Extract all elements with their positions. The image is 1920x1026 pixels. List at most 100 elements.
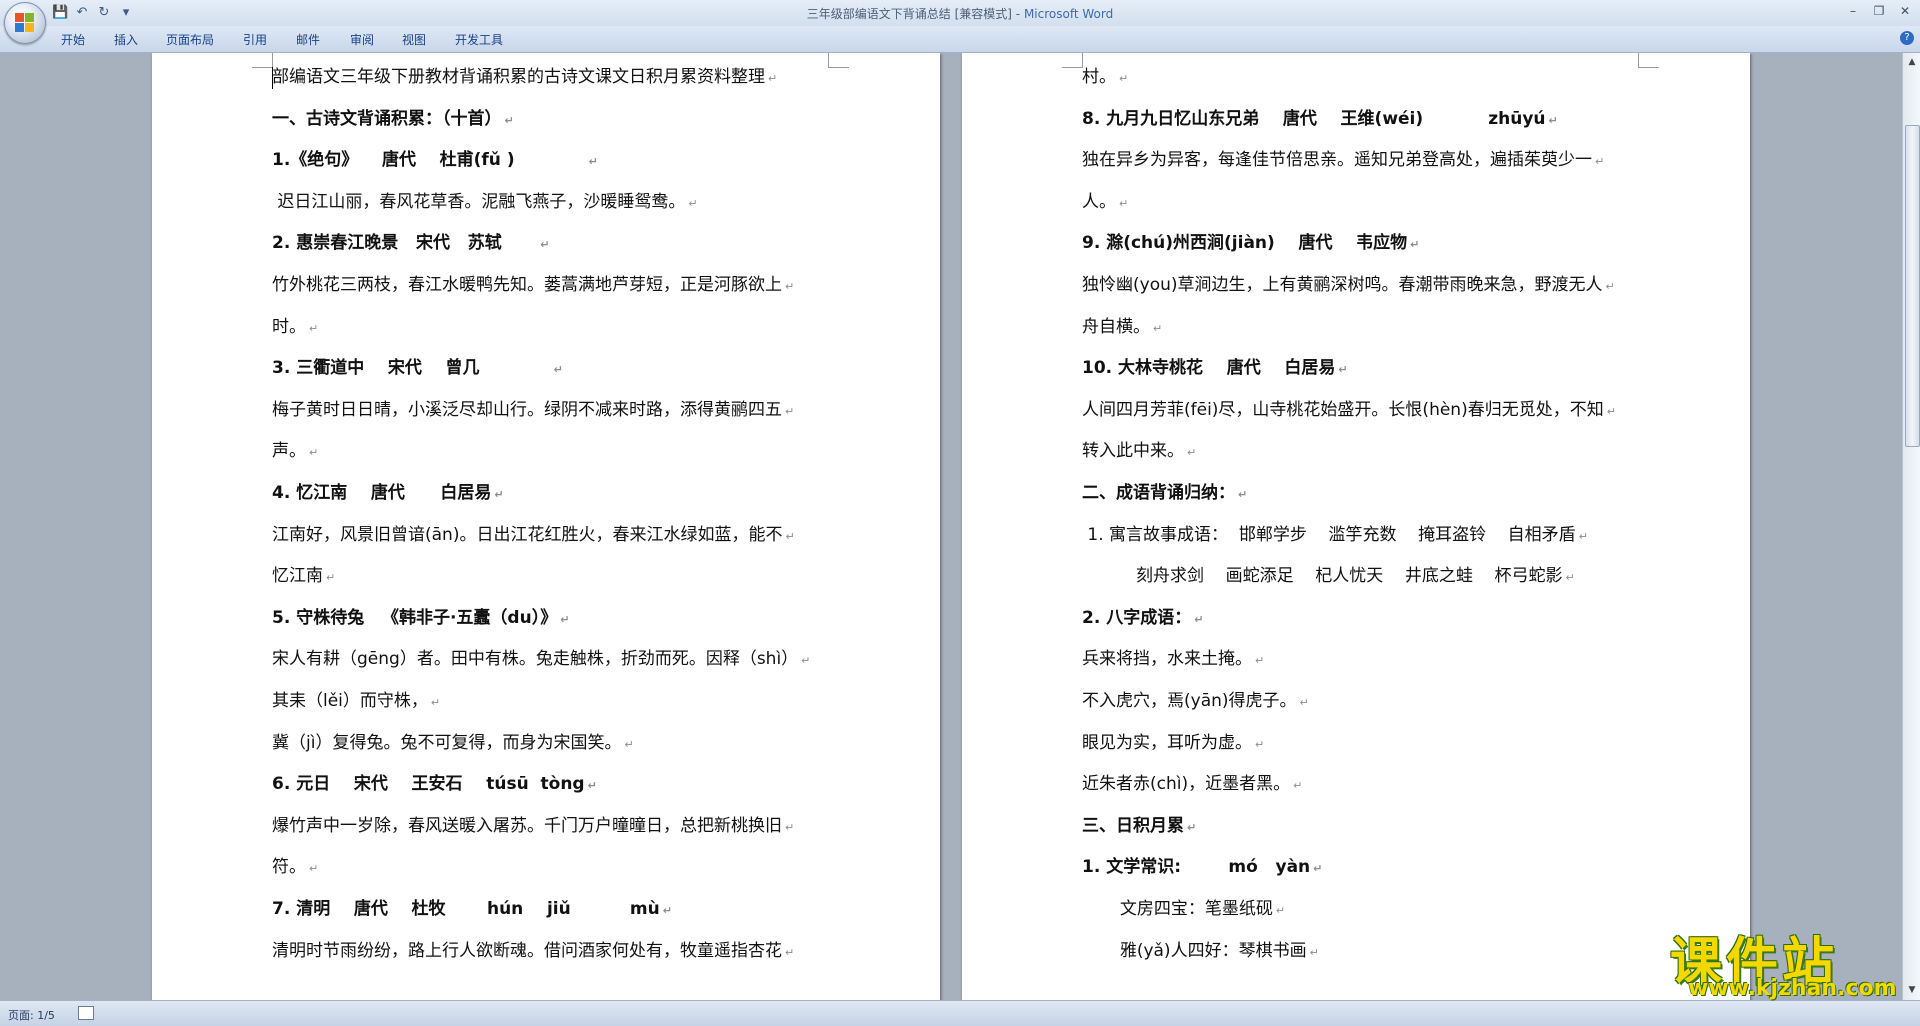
document-line[interactable]: 5. 守株待兔 《韩非子·五蠹（du）》 ↵ [272,606,569,632]
line-text: 文房四宝：笔墨纸砚 [1082,899,1273,919]
document-line[interactable]: 不入虎穴，焉(yān)得虎子。 ↵ [1082,689,1309,715]
document-line[interactable]: 1. 文学常识: mó yàn ↵ [1082,855,1322,881]
document-line[interactable]: 2. 惠崇春江晚景 宋代 苏轼 ↵ [272,231,549,257]
line-text: 10. 大林寺桃花 唐代 白居易 [1082,358,1336,379]
scroll-up-icon[interactable]: ▲ [1905,55,1919,69]
document-line[interactable]: 6. 元日 宋代 王安石 túsū tòng ↵ [272,772,597,798]
document-line[interactable]: 眼见为实，耳听为虚。 ↵ [1082,731,1264,757]
document-line[interactable]: 近朱者赤(chì)，近墨者黑。 ↵ [1082,772,1302,798]
document-line[interactable]: 转入此中来。 ↵ [1082,439,1196,465]
document-line[interactable]: 爆竹声中一岁除，春风送暖入屠苏。千门万户曈曈日，总把新桃换旧 ↵ [272,814,794,840]
line-text: 竹外桃花三两枝，春江水暖鸭先知。蒌蒿满地芦芽短，正是河豚欲上 [272,275,782,295]
document-line[interactable]: 人。 ↵ [1082,190,1128,216]
scroll-down-icon[interactable]: ▼ [1905,983,1919,997]
line-text: 村。 [1082,67,1116,87]
line-text: 刻舟求剑 画蛇添足 杞人忧天 井底之蛙 杯弓蛇影 [1082,566,1563,587]
page-right[interactable]: 村。 ↵ 8. 九月九日忆山东兄弟 唐代 王维(wéi) zhūyú ↵ 独在异乡为异客… [962,53,1750,1000]
line-text: 人间四月芳菲(fēi)尽，山寺桃花始盛开。长恨(hèn)春归无觅处，不知 [1082,399,1604,420]
window-title: 三年级部编语文下背诵总结 [兼容模式] - Microsoft Word [0,5,1920,22]
document-line[interactable]: 二、成语背诵归纳： ↵ [1082,481,1247,507]
paragraph-mark-icon: ↵ [1548,113,1558,127]
page-left[interactable]: 部编语文三年级下册教材背诵积累的古诗文课文日积月累资料整理 ↵ 一、古诗文背诵积累：… [152,53,940,1000]
paragraph-mark-icon: ↵ [1187,446,1197,460]
paragraph-mark-icon: ↵ [1578,529,1588,543]
line-text: 一、古诗文背诵积累：（十首） [272,108,502,129]
document-line[interactable]: 声。 ↵ [272,439,318,465]
document-area[interactable]: 部编语文三年级下册教材背诵积累的古诗文课文日积月累资料整理 ↵ 一、古诗文背诵积累：… [0,53,1902,1000]
window-controls: – ❐ ✕ [1842,2,1916,20]
restore-button[interactable]: ❐ [1868,2,1890,20]
document-line[interactable]: 冀（jì）复得兔。兔不可复得，而身为宋国笑。 ↵ [272,731,634,757]
document-line[interactable]: 9. 滁(chú)州西涧(jiàn) 唐代 韦应物 ↵ [1082,231,1419,257]
crop-mark-icon [828,53,849,68]
document-line[interactable]: 雅(yǎ)人四好：琴棋书画 ↵ [1082,939,1319,965]
vertical-scrollbar[interactable]: ▲ ▼ [1902,53,1920,1000]
line-text: 近朱者赤(chì)，近墨者黑。 [1082,774,1291,795]
document-line[interactable]: 村。 ↵ [1082,65,1128,91]
document-line[interactable]: 时。 ↵ [272,315,318,341]
document-line[interactable]: 符。 ↵ [272,855,318,881]
paragraph-mark-icon: ↵ [1119,196,1129,210]
title-separator: - [1011,7,1024,21]
document-line[interactable]: 忆江南 ↵ [272,564,335,590]
document-line[interactable]: 清明时节雨纷纷，路上行人欲断魂。借问酒家何处有，牧童遥指杏花 ↵ [272,939,794,965]
document-line[interactable]: 一、古诗文背诵积累：（十首） ↵ [272,107,514,133]
document-line[interactable]: 独在异乡为异客，每逢佳节倍思亲。遥知兄弟登高处，遍插茱萸少一 ↵ [1082,148,1604,174]
document-line[interactable]: 刻舟求剑 画蛇添足 杞人忧天 井底之蛙 杯弓蛇影 ↵ [1082,564,1575,590]
document-line[interactable]: 竹外桃花三两枝，春江水暖鸭先知。蒌蒿满地芦芽短，正是河豚欲上 ↵ [272,273,794,299]
help-icon[interactable]: ? [1900,31,1914,45]
document-line[interactable]: 其耒（lěi）而守株， ↵ [272,689,440,715]
document-line[interactable]: 兵来将挡，水来土掩。 ↵ [1082,647,1264,673]
paragraph-mark-icon: ↵ [1194,612,1204,626]
document-line[interactable]: 8. 九月九日忆山东兄弟 唐代 王维(wéi) zhūyú ↵ [1082,107,1558,133]
paragraph-mark-icon: ↵ [309,446,319,460]
document-line[interactable]: 独怜幽(you)草涧边生，上有黄鹂深树鸣。春潮带雨晚来急，野渡无人 ↵ [1082,273,1615,299]
document-line[interactable]: 2. 八字成语： ↵ [1082,606,1203,632]
paragraph-mark-icon: ↵ [309,321,319,335]
close-button[interactable]: ✕ [1894,2,1916,20]
document-line[interactable]: 3. 三衢道中 宋代 曾几 ↵ [272,356,563,382]
line-text: 符。 [272,857,306,878]
document-line[interactable]: 三、日积月累 ↵ [1082,814,1196,840]
tab-review[interactable]: 审阅 [350,31,374,48]
line-text: 迟日江山丽，春风花草香。泥融飞燕子，沙暖睡鸳鸯。 [272,191,686,212]
document-line[interactable]: 1. 寓言故事成语： 邯郸学步 滥竽充数 掩耳盗铃 自相矛盾 ↵ [1082,523,1588,549]
proofing-icon[interactable] [78,1006,94,1020]
tab-developer[interactable]: 开发工具 [455,31,503,48]
document-line[interactable]: 4. 忆江南 唐代 白居易 ↵ [272,481,504,507]
page-indicator[interactable]: 页面: 1/5 [8,1007,55,1023]
line-text: 眼见为实，耳听为虚。 [1082,732,1252,753]
paragraph-mark-icon: ↵ [1595,155,1605,169]
document-line[interactable]: 舟自横。 ↵ [1082,315,1162,341]
tab-mailings[interactable]: 邮件 [296,31,320,48]
document-line[interactable]: 迟日江山丽，春风花草香。泥融飞燕子，沙暖睡鸳鸯。 ↵ [272,190,698,216]
tab-home[interactable]: 开始 [61,31,85,48]
line-text: 时。 [272,316,306,337]
line-text: 2. 惠崇春江晚景 宋代 苏轼 [272,233,538,254]
office-button[interactable] [4,2,46,44]
title-bar: 💾 ↶ ↻ ▾ 三年级部编语文下背诵总结 [兼容模式] - Microsoft … [0,0,1920,44]
document-line[interactable]: 10. 大林寺桃花 唐代 白居易 ↵ [1082,356,1348,382]
tab-insert[interactable]: 插入 [114,31,138,48]
document-line[interactable]: 7. 清明 唐代 杜牧 hún jiǔ mù ↵ [272,897,672,923]
minimize-button[interactable]: – [1842,2,1864,20]
line-text: 转入此中来。 [1082,441,1184,462]
paragraph-mark-icon: ↵ [688,196,698,210]
paragraph-mark-icon: ↵ [1187,820,1197,834]
document-line[interactable]: 宋人有耕（gēng）者。田中有株。兔走触株，折劲而死。因释（shì） ↵ [272,647,810,673]
paragraph-mark-icon: ↵ [1313,862,1323,876]
document-line[interactable]: 人间四月芳菲(fēi)尽，山寺桃花始盛开。长恨(hèn)春归无觅处，不知 ↵ [1082,398,1616,424]
document-line[interactable]: 梅子黄时日日晴，小溪泛尽却山行。绿阴不减来时路，添得黄鹂四五 ↵ [272,398,794,424]
paragraph-mark-icon: ↵ [1293,779,1303,793]
tab-page-layout[interactable]: 页面布局 [166,31,214,48]
scroll-thumb[interactable] [1905,125,1920,447]
line-text: 声。 [272,441,306,462]
document-line[interactable]: 1.《绝句》 唐代 杜甫(fǔ ) ↵ [272,148,598,174]
document-line[interactable]: 部编语文三年级下册教材背诵积累的古诗文课文日积月累资料整理 ↵ [272,65,777,91]
document-line[interactable]: 江南好，风景旧曾谙(ān)。日出江花红胜火，春来江水绿如蓝，能不 ↵ [272,523,795,549]
document-line[interactable]: 文房四宝：笔墨纸砚 ↵ [1082,897,1285,923]
paragraph-mark-icon: ↵ [662,904,672,917]
tab-view[interactable]: 视图 [402,31,426,48]
tab-references[interactable]: 引用 [243,31,267,48]
line-text: 1. 文学常识: mó yàn [1082,857,1311,878]
